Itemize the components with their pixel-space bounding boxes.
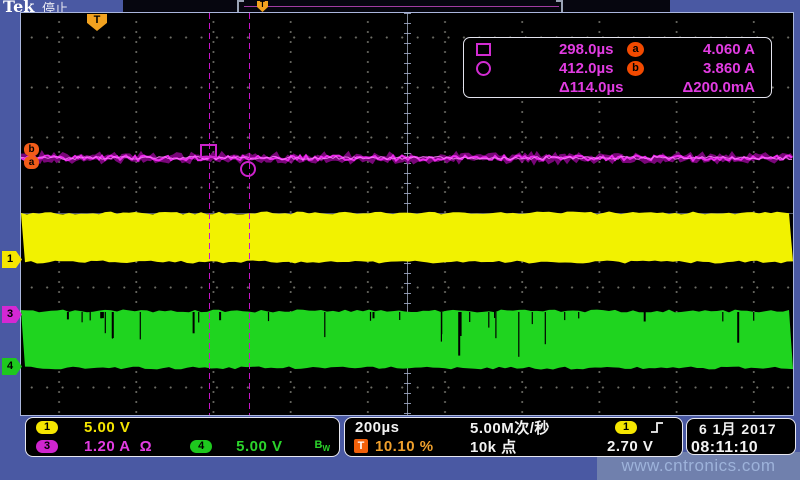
date-label: 6 1月 2017 <box>687 419 795 439</box>
trigger-position-percent: 10.10 % <box>375 438 434 455</box>
channel4-scale: 5.00 V <box>236 438 282 455</box>
channel4-reference-marker[interactable]: 4 <box>2 358 22 375</box>
record-waveform-preview <box>244 6 559 7</box>
cursor-b-time: 412.0µs <box>500 60 614 77</box>
cursor-b-circle-marker[interactable] <box>240 161 256 177</box>
top-status-bar: Tek 停止 T <box>0 0 800 13</box>
cursor-delta-amplitude: Δ200.0mA <box>658 79 772 96</box>
cursor-b-badge: b <box>627 61 644 76</box>
channel3-reference-marker[interactable]: 3 <box>2 306 22 323</box>
horizontal-trigger-readout-box[interactable]: 200µs 5.00M次/秒 1 T 10.10 % 10k 点 2.70 V <box>344 417 683 457</box>
trigger-source-badge[interactable]: 1 <box>615 421 637 434</box>
record-window-right-bracket[interactable] <box>556 0 563 14</box>
cursor-a-square-icon <box>476 43 491 56</box>
cursor-b-track-badge[interactable]: b <box>24 143 39 156</box>
cursor-b-circle-icon <box>476 61 491 76</box>
channel4-bandwidth-icon: BW <box>315 439 331 453</box>
record-view-strip[interactable]: T <box>123 0 670 13</box>
cursor-b-line[interactable] <box>249 13 250 415</box>
cursor-a-track-badge[interactable]: a <box>24 156 39 169</box>
channel3-coupling: Ω <box>140 438 153 455</box>
cursor-a-square-marker[interactable] <box>200 144 217 158</box>
channel4-badge[interactable]: 4 <box>190 440 212 453</box>
cursor-delta-time: Δ114.0µs <box>510 79 624 96</box>
cursor-a-badge: a <box>627 42 644 57</box>
channel1-reference-marker[interactable]: 1 <box>2 251 22 268</box>
channel1-scale: 5.00 V <box>84 419 130 436</box>
watermark-text: www.cntronics.com <box>622 456 776 476</box>
cursor-b-amplitude: 3.860 A <box>658 60 772 77</box>
record-window-left-bracket[interactable] <box>237 0 244 14</box>
trigger-position-badge: T <box>354 439 368 453</box>
time-label: 08:11:10 <box>687 439 795 457</box>
trigger-slope-rising-icon <box>649 420 665 435</box>
horizontal-scale: 200µs <box>355 419 400 436</box>
channel3-badge[interactable]: 3 <box>36 440 58 453</box>
record-trigger-marker-icon[interactable]: T <box>257 1 268 12</box>
datetime-box: 6 1月 2017 08:11:10 <box>686 418 796 455</box>
sample-rate: 5.00M次/秒 <box>470 417 550 438</box>
cursor-readout-box: 298.0µs a 4.060 A 412.0µs b 3.860 A Δ114… <box>463 37 772 98</box>
channel1-badge[interactable]: 1 <box>36 421 58 434</box>
trigger-level: 2.70 V <box>607 438 653 455</box>
channel3-scale: 1.20 A <box>84 438 131 455</box>
record-length: 10k 点 <box>470 436 517 457</box>
cursor-a-time: 298.0µs <box>500 41 614 58</box>
cursor-a-amplitude: 4.060 A <box>658 41 772 58</box>
cursor-a-line[interactable] <box>209 13 210 415</box>
channel-readout-box[interactable]: 1 5.00 V 3 1.20 A Ω 4 5.00 V BW <box>25 417 340 457</box>
